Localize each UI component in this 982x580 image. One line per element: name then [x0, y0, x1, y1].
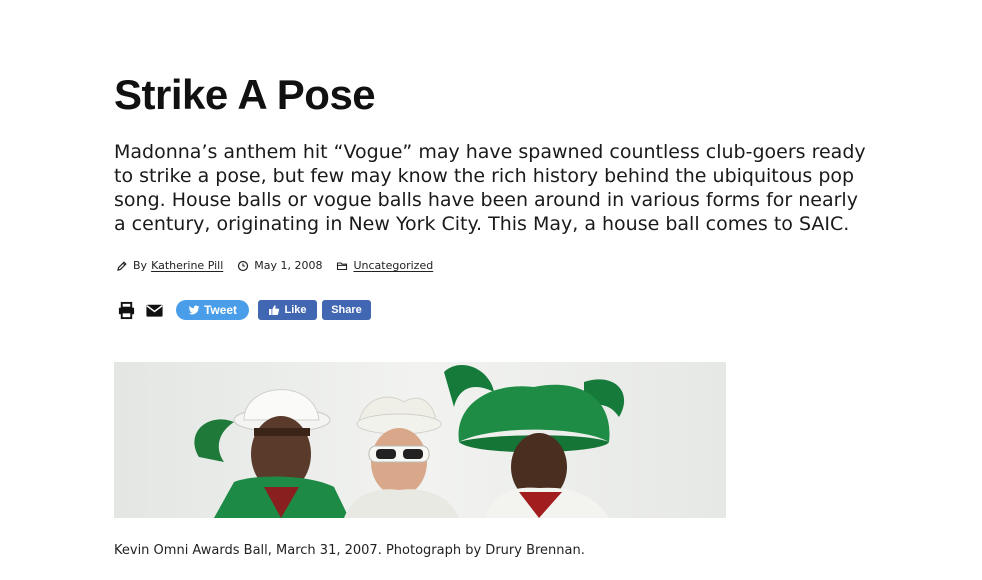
- facebook-like-button[interactable]: Like: [258, 300, 317, 320]
- clock-icon: [237, 260, 249, 272]
- article-meta: By Katherine Pill May 1, 2008 Uncategori…: [116, 259, 433, 272]
- twitter-bird-icon: [188, 305, 200, 315]
- photo-caption: Kevin Omni Awards Ball, March 31, 2007. …: [114, 543, 585, 558]
- article-photo: [114, 362, 726, 518]
- share-label: Share: [331, 304, 362, 316]
- category-link[interactable]: Uncategorized: [353, 259, 433, 272]
- thumbs-up-icon: [269, 305, 280, 315]
- tweet-button[interactable]: Tweet: [176, 300, 249, 320]
- folder-icon: [336, 260, 348, 272]
- publish-date: May 1, 2008: [254, 259, 323, 272]
- article-title: Strike A Pose: [114, 71, 376, 118]
- author-link[interactable]: Katherine Pill: [151, 259, 223, 272]
- article-dek: Madonna’s anthem hit “Vogue” may have sp…: [114, 141, 866, 235]
- pencil-icon: [116, 260, 128, 272]
- tweet-label: Tweet: [203, 303, 238, 317]
- facebook-share-button[interactable]: Share: [322, 300, 371, 320]
- share-bar: Tweet Like Share: [116, 299, 371, 321]
- byline-label: By: [133, 259, 148, 272]
- envelope-icon[interactable]: [144, 300, 164, 320]
- like-label: Like: [284, 304, 307, 316]
- print-icon[interactable]: [116, 300, 136, 320]
